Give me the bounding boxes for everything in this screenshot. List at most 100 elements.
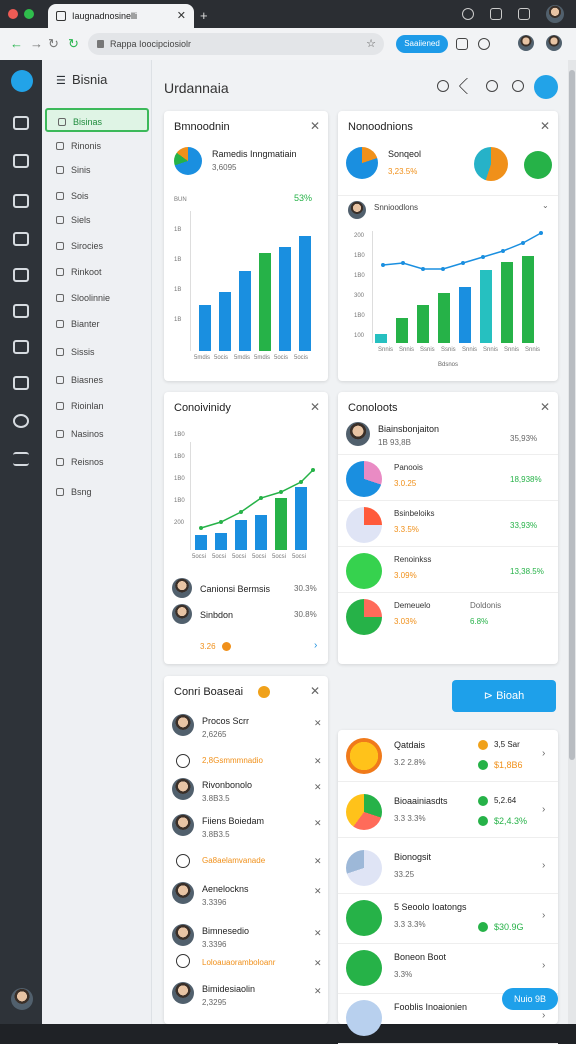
close-icon[interactable]: ✕ xyxy=(314,856,322,867)
close-window-icon[interactable] xyxy=(8,9,18,19)
search-icon[interactable] xyxy=(478,38,490,50)
bar-chart-card: Bmnoodnin ✕ Ramedis Inngmatiain 3,6095 5… xyxy=(164,111,328,381)
clock-icon[interactable] xyxy=(13,414,29,428)
close-icon[interactable]: ✕ xyxy=(314,958,322,969)
refresh-green-icon[interactable]: ↻ xyxy=(68,36,79,52)
close-icon[interactable]: ✕ xyxy=(314,756,322,767)
user-avatar-2[interactable] xyxy=(546,35,562,51)
user-avatar[interactable] xyxy=(518,35,534,51)
close-icon[interactable]: ✕ xyxy=(310,684,320,698)
app-logo-icon[interactable] xyxy=(11,70,33,92)
list-item[interactable]: Renoinkss 3.09% 13,38.5% xyxy=(338,546,558,592)
list-item[interactable]: Rivonbonolo 3.8B3.5 ✕ xyxy=(164,778,328,808)
browser-tab[interactable]: Iaugnadnosinelli ✕ xyxy=(48,4,194,28)
sidebar-item[interactable]: Sois xyxy=(45,184,149,208)
list-item[interactable]: Bionogsit 33.25 › xyxy=(338,842,558,894)
menu-lines-icon[interactable] xyxy=(13,452,29,466)
sidebar-item-label: Siels xyxy=(71,215,91,225)
list-item[interactable]: Sinbdon 30.8% xyxy=(164,604,328,626)
sync-button[interactable]: Saaiiened xyxy=(396,35,448,53)
sidebar-item[interactable]: Nasinos xyxy=(45,422,149,446)
puzzle-icon[interactable] xyxy=(13,232,29,246)
list-item[interactable]: Bioaainiasdts 3.3 3.3% 5,2.64 $2,4.3% › xyxy=(338,786,558,838)
chart-icon[interactable] xyxy=(13,340,29,354)
close-icon[interactable]: ✕ xyxy=(314,886,322,897)
chevron-right-icon[interactable]: › xyxy=(542,1010,545,1021)
close-icon[interactable]: ✕ xyxy=(314,782,322,793)
block-button[interactable]: ⊳ Bioah xyxy=(452,680,556,712)
close-icon[interactable]: ✕ xyxy=(314,718,322,729)
search-icon[interactable] xyxy=(512,80,524,92)
chevron-right-icon[interactable]: › xyxy=(542,804,545,815)
dashboard-icon[interactable] xyxy=(13,154,29,168)
sidebar-item[interactable]: Sirocies xyxy=(45,234,149,258)
forward-icon[interactable]: → xyxy=(30,36,43,51)
chevron-right-icon[interactable]: › xyxy=(542,960,545,971)
chat-bubble-icon[interactable] xyxy=(486,80,498,92)
copy-icon[interactable] xyxy=(13,268,29,282)
close-icon[interactable]: ✕ xyxy=(310,119,320,133)
list-item[interactable]: Canionsi Bermsis 30.3% xyxy=(164,578,328,600)
chevron-right-icon[interactable]: › xyxy=(542,910,545,921)
list-item[interactable]: Panoois 3.0.25 18,938% xyxy=(338,454,558,500)
chevron-down-icon[interactable]: ⌄ xyxy=(542,201,549,210)
chevron-right-icon[interactable]: › xyxy=(542,748,545,759)
chevron-right-icon[interactable]: › xyxy=(542,860,545,871)
list-item[interactable]: Bsinbeloiks 3.3.5% 33,93% xyxy=(338,500,558,546)
list-item[interactable]: 5 Seoolo Ioatongs 3.3 3.3% $30.9G › xyxy=(338,892,558,944)
sidebar-item[interactable]: Bisinas xyxy=(45,108,149,132)
sidebar-item[interactable]: Bsng xyxy=(45,480,149,504)
profile-avatar[interactable] xyxy=(546,5,564,23)
user-badge-icon[interactable] xyxy=(534,75,558,99)
sidebar-item[interactable]: Reisnos xyxy=(45,450,149,474)
address-bar[interactable]: Rappa Ioocipciosiolr ☆ xyxy=(88,33,384,55)
close-icon[interactable]: ✕ xyxy=(314,928,322,939)
list-item[interactable]: Bimidesiaolin 2,3295 ✕ xyxy=(164,982,328,1012)
bookmark-star-icon[interactable]: ☆ xyxy=(366,33,376,55)
sidebar-item[interactable]: Rioinlan xyxy=(45,394,149,418)
home-icon[interactable] xyxy=(13,116,29,130)
close-icon[interactable]: ✕ xyxy=(314,986,322,997)
extension-icon[interactable] xyxy=(490,8,502,20)
sidebar-item[interactable]: Sloolinnie xyxy=(45,286,149,310)
list-item[interactable]: Ga8aelamvanade ✕ xyxy=(164,852,328,882)
list-item[interactable]: Bimnesedio 3.3396 ✕ xyxy=(164,924,328,954)
list-item[interactable]: Aenelockns 3.3396 ✕ xyxy=(164,882,328,912)
close-icon[interactable]: ✕ xyxy=(540,119,550,133)
close-icon[interactable]: ✕ xyxy=(310,400,320,414)
list-item[interactable]: Fiiens Boiedam 3.8B3.5 ✕ xyxy=(164,814,328,844)
back-arrow-icon[interactable] xyxy=(458,77,476,95)
close-icon[interactable]: ✕ xyxy=(314,818,322,829)
close-tab-icon[interactable]: ✕ xyxy=(177,4,186,28)
list-item[interactable]: Qatdais 3.2 2.8% 3,5 Sar $1,8B6 › xyxy=(338,730,558,782)
sidebar-item[interactable]: Sinis xyxy=(45,158,149,182)
sidebar-item[interactable]: Sissis xyxy=(45,340,149,364)
back-icon[interactable]: ← xyxy=(10,36,23,51)
reload-icon[interactable]: ↻ xyxy=(48,36,59,52)
close-icon[interactable]: ✕ xyxy=(540,400,550,414)
import-icon[interactable] xyxy=(13,304,29,318)
hamburger-icon[interactable]: ☰ xyxy=(56,74,66,87)
maximize-window-icon[interactable] xyxy=(24,9,34,19)
account-avatar[interactable] xyxy=(11,988,33,1010)
files-icon[interactable] xyxy=(13,376,29,390)
list-item[interactable]: Procos Scrr 2,6265 ✕ xyxy=(164,714,328,744)
window-icon[interactable] xyxy=(518,8,530,20)
list-item[interactable]: Loloauaoramboloanr ✕ xyxy=(164,954,328,984)
x-tick-label: Snnis xyxy=(504,347,520,353)
sidebar-item[interactable]: Rinonis xyxy=(45,134,149,158)
new-tab-icon[interactable]: + xyxy=(200,8,208,23)
sidebar-item[interactable]: Rinkoot xyxy=(45,260,149,284)
chat-button[interactable]: Nuio 9B xyxy=(502,988,558,1010)
clock-icon[interactable] xyxy=(437,80,449,92)
list-item[interactable]: Demeuelo 3.03% Doldonis 6.8% xyxy=(338,592,558,638)
scrollbar[interactable] xyxy=(568,60,576,1024)
sidebar-item[interactable]: Siels xyxy=(45,208,149,232)
lock-icon[interactable] xyxy=(13,194,29,208)
sidebar-item[interactable]: Bianter xyxy=(45,312,149,336)
profile-icon[interactable] xyxy=(456,38,468,50)
list-item[interactable]: Boneon Boot 3.3% › xyxy=(338,942,558,994)
sidebar-item[interactable]: Biasnes xyxy=(45,368,149,392)
chat-icon[interactable] xyxy=(462,8,474,20)
chevron-right-icon[interactable]: › xyxy=(314,640,317,651)
